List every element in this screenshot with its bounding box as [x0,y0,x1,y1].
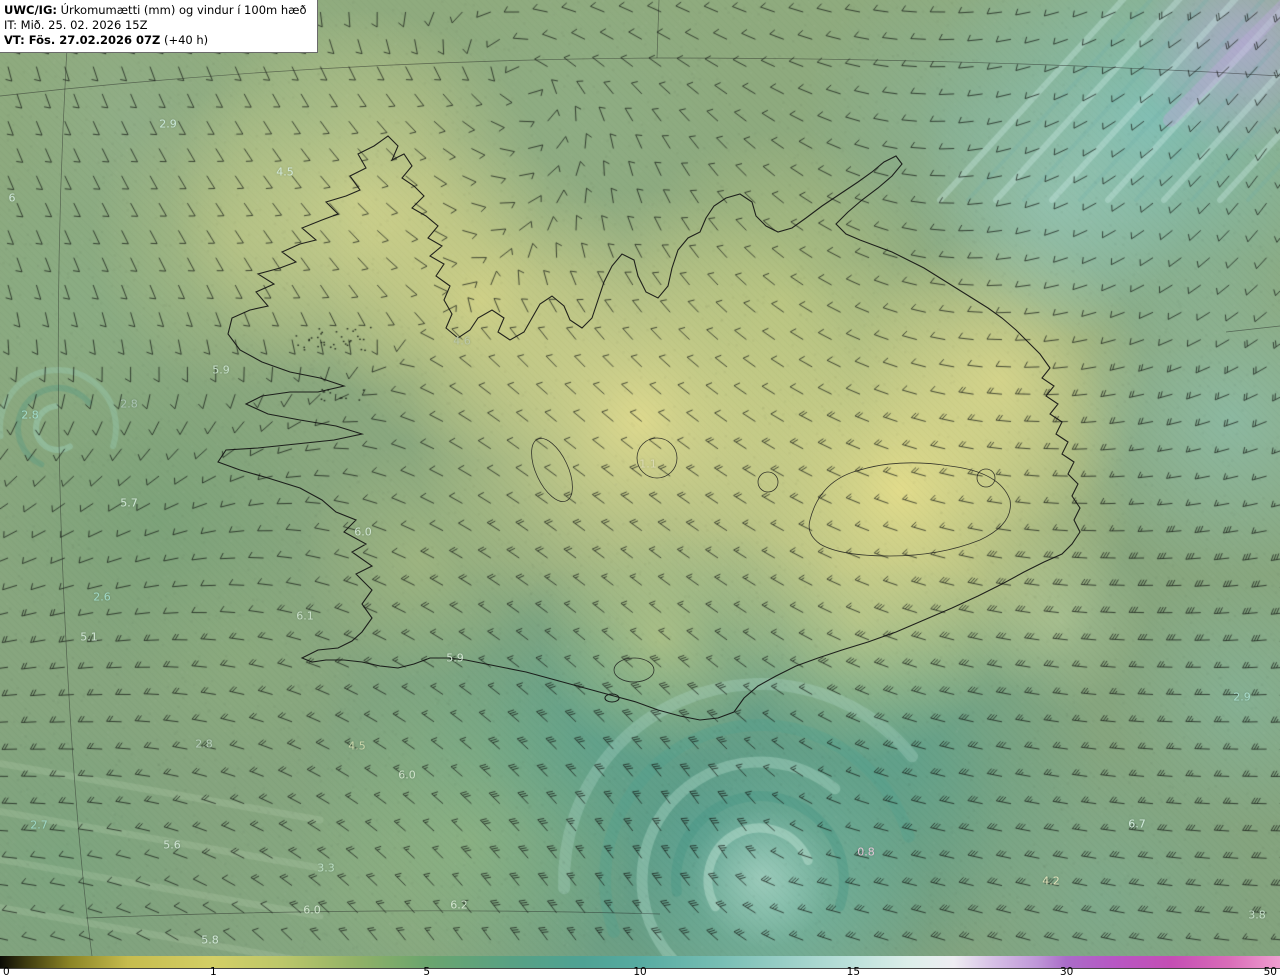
weather-map-screen: 2.9 4.5 6 4.6 5.9 2.8 2.8 1.1 5.7 6.0 2.6 5.1 6.1 5.9… [0,0,1280,978]
colorbar-tick-label: 1 [209,966,217,978]
colorbar-tick-label: 30 [1059,966,1074,978]
title-line-init: IT: Mið. 25. 02. 2026 15Z [4,18,148,32]
title-line-product: UWC/IG: Úrkomumætti (mm) og vindur í 100… [4,3,307,18]
product-id: UWC/IG: [4,3,57,17]
valid-time: VT: Fös. 27.02.2026 07Z [4,33,161,47]
precipitation-colorbar: 0 1 5 10 15 30 50 [0,956,1280,978]
colorbar-tick-label: 0 [3,966,10,978]
map-title-box: UWC/IG: Úrkomumætti (mm) og vindur í 100… [0,0,318,53]
product-title: Úrkomumætti (mm) og vindur í 100m hæð [56,3,307,17]
title-line-valid: VT: Fös. 27.02.2026 07Z (+40 h) [4,33,307,48]
colorbar-labels: 0 1 5 10 15 30 50 [0,967,1280,978]
precipitation-wind-field-canvas [0,0,1280,956]
colorbar-tick-label: 5 [423,966,430,978]
colorbar-tick-label: 15 [846,966,861,978]
colorbar-tick-label: 10 [633,966,647,978]
colorbar-tick-label: 50 [1263,966,1277,978]
valid-offset: (+40 h) [160,33,209,47]
